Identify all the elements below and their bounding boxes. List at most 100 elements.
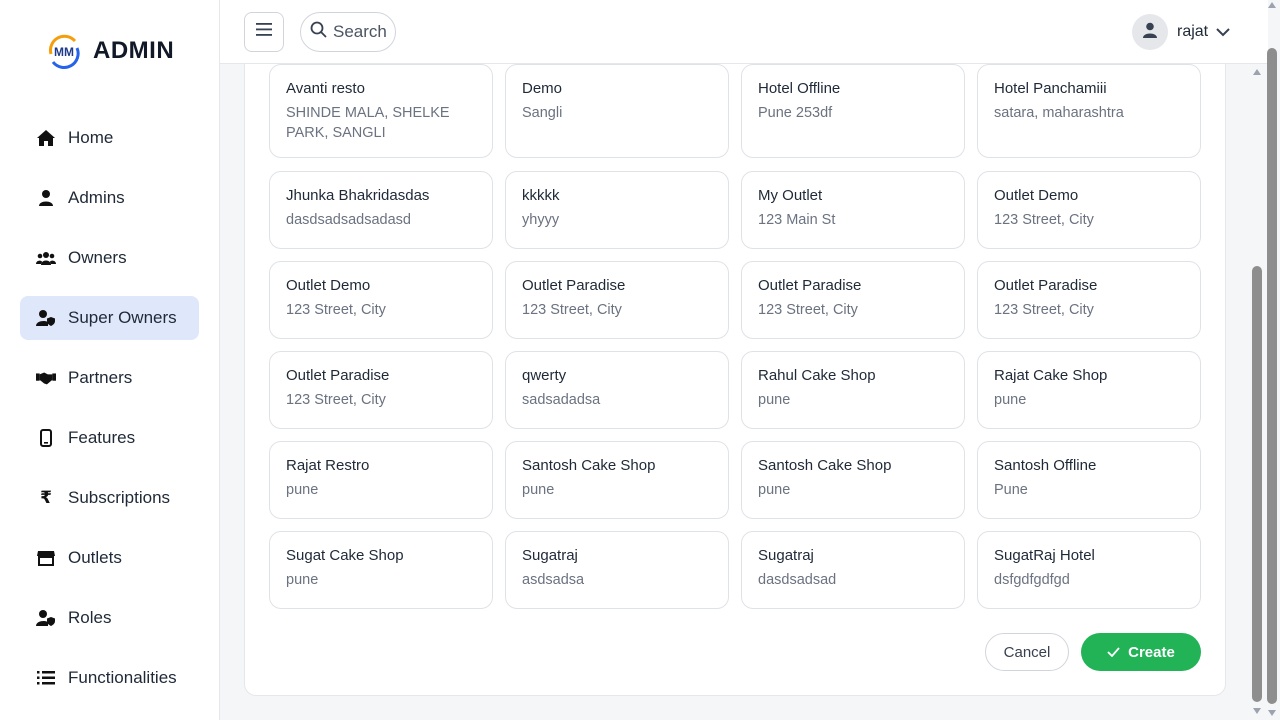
svg-text:MM: MM — [54, 45, 74, 59]
outlet-card[interactable]: qwerty sadsadadsa — [505, 351, 729, 429]
scroll-down-arrow-icon[interactable] — [1253, 708, 1261, 714]
home-icon — [36, 128, 56, 148]
sidebar-item-home[interactable]: Home — [20, 116, 199, 160]
outlet-card[interactable]: Outlet Demo 123 Street, City — [269, 261, 493, 339]
outlet-card[interactable]: Sugat Cake Shop pune — [269, 531, 493, 609]
search-input[interactable] — [333, 22, 395, 42]
outlet-card[interactable]: Outlet Paradise 123 Street, City — [977, 261, 1201, 339]
scroll-up-arrow-icon[interactable] — [1253, 69, 1261, 75]
sidebar-item-outlets[interactable]: Outlets — [20, 536, 199, 580]
outlet-name: Outlet Paradise — [994, 277, 1098, 294]
outlet-card[interactable]: Outlet Paradise 123 Street, City — [505, 261, 729, 339]
outlet-address: pune — [522, 482, 555, 498]
outlet-name: kkkkk — [522, 187, 560, 204]
outlet-address: 123 Street, City — [286, 392, 386, 408]
outlet-card[interactable]: Hotel Panchamiii satara, maharashtra — [977, 64, 1201, 158]
outlet-card[interactable]: Santosh Offline Pune — [977, 441, 1201, 519]
outlet-name: Rajat Restro — [286, 457, 370, 474]
outlet-card[interactable]: Outlet Paradise 123 Street, City — [269, 351, 493, 429]
outlet-card[interactable]: Sugatraj asdsadsa — [505, 531, 729, 609]
outlet-name: Sugatraj — [522, 547, 578, 564]
page-scroll-up-arrow-icon[interactable] — [1268, 2, 1276, 8]
page-scroll-thumb[interactable] — [1267, 48, 1277, 704]
sidebar-item-label: Outlets — [68, 548, 122, 567]
outlet-card[interactable]: kkkkk yhyyy — [505, 171, 729, 249]
cancel-button[interactable]: Cancel — [985, 633, 1069, 671]
outlet-card[interactable]: Rajat Cake Shop pune — [977, 351, 1201, 429]
sidebar-item-partners[interactable]: Partners — [20, 356, 199, 400]
outlet-card[interactable]: My Outlet 123 Main St — [741, 171, 965, 249]
sidebar-item-super-owners[interactable]: Super Owners — [20, 296, 199, 340]
outlet-card[interactable]: Jhunka Bhakridasdas dasdsadsadsadasd — [269, 171, 493, 249]
sidebar-item-label: Roles — [68, 608, 112, 627]
outlet-card[interactable]: Hotel Offline Pune 253df — [741, 64, 965, 158]
outlet-card[interactable]: Rahul Cake Shop pune — [741, 351, 965, 429]
outlet-name: Santosh Offline — [994, 457, 1097, 474]
search-box[interactable] — [300, 12, 396, 52]
create-button[interactable]: Create — [1081, 633, 1201, 671]
outlet-name: Hotel Offline — [758, 80, 841, 97]
outlet-card[interactable]: Demo Sangli — [505, 64, 729, 158]
user-shield-icon — [36, 308, 56, 328]
outlet-address: asdsadsa — [522, 572, 585, 588]
avatar — [1132, 14, 1168, 50]
outlet-name: Sugatraj — [758, 547, 814, 564]
outlet-address: sadsadadsa — [522, 392, 601, 408]
outlet-address: 123 Street, City — [758, 302, 858, 318]
outlet-card[interactable]: Outlet Paradise 123 Street, City — [741, 261, 965, 339]
outlet-address: pune — [286, 482, 319, 498]
outlet-card[interactable]: Outlet Demo 123 Street, City — [977, 171, 1201, 249]
outlet-address: 123 Street, City — [522, 302, 622, 318]
sidebar-item-label: Super Owners — [68, 308, 177, 327]
top-header: rajat — [220, 0, 1268, 64]
sidebar: MM ADMIN Home Admins Owners Super Owners… — [0, 0, 220, 720]
outlet-name: Outlet Demo — [994, 187, 1079, 204]
users-icon — [36, 248, 56, 268]
sidebar-item-label: Features — [68, 428, 136, 447]
handshake-icon — [36, 368, 56, 388]
sidebar-item-label: Home — [68, 128, 114, 147]
user-shield-icon — [36, 608, 56, 628]
outlet-card[interactable]: Rajat Restro pune — [269, 441, 493, 519]
rupee-icon: ₹ — [40, 488, 52, 507]
outlet-address: 123 Street, City — [994, 212, 1094, 228]
outlet-address: dsfgdfgdfgd — [994, 572, 1070, 588]
outlet-name: Hotel Panchamiii — [994, 80, 1107, 97]
sidebar-item-admins[interactable]: Admins — [20, 176, 199, 220]
list-icon — [36, 668, 56, 688]
sidebar-item-features[interactable]: Features — [20, 416, 199, 460]
sidebar-item-subscriptions[interactable]: ₹ Subscriptions — [20, 476, 199, 520]
menu-toggle-button[interactable] — [244, 12, 284, 52]
user-menu[interactable]: rajat — [1132, 14, 1230, 50]
sidebar-item-roles[interactable]: Roles — [20, 596, 199, 640]
outlet-address: dasdsadsadsadasd — [286, 212, 411, 228]
outlet-address: Pune 253df — [758, 105, 833, 121]
outlet-name: Demo — [522, 80, 563, 97]
page-scroll-down-arrow-icon[interactable] — [1268, 710, 1276, 716]
outlet-card[interactable]: SugatRaj Hotel dsfgdfgdfgd — [977, 531, 1201, 609]
sidebar-item-label: Subscriptions — [68, 488, 171, 507]
outlet-name: Avanti resto — [286, 80, 365, 97]
sidebar-item-functionalities[interactable]: Functionalities — [20, 656, 199, 700]
outlet-card[interactable]: Sugatraj dasdsadsad — [741, 531, 965, 609]
hamburger-icon — [256, 23, 272, 41]
outlet-name: qwerty — [522, 367, 567, 384]
sidebar-item-label: Functionalities — [68, 668, 177, 687]
sidebar-item-owners[interactable]: Owners — [20, 236, 199, 280]
outlet-address: 123 Main St — [758, 212, 836, 228]
search-icon — [310, 21, 327, 43]
outlet-card[interactable]: Avanti resto SHINDE MALA, SHELKE PARK, S… — [269, 64, 493, 158]
brand[interactable]: MM ADMIN — [45, 32, 174, 70]
content-scrollbar[interactable] — [1250, 64, 1264, 720]
outlet-address: Sangli — [522, 105, 563, 121]
outlet-name: Outlet Demo — [286, 277, 371, 294]
outlet-card[interactable]: Santosh Cake Shop pune — [741, 441, 965, 519]
outlet-name: Jhunka Bhakridasdas — [286, 187, 430, 204]
outlet-card[interactable]: Santosh Cake Shop pune — [505, 441, 729, 519]
outlet-address: pune — [758, 392, 791, 408]
user-icon — [36, 188, 56, 208]
outlet-name: Outlet Paradise — [522, 277, 626, 294]
sidebar-nav: Home Admins Owners Super Owners Partners — [20, 116, 199, 716]
scroll-thumb[interactable] — [1252, 266, 1262, 702]
sidebar-item-label: Admins — [68, 188, 125, 207]
